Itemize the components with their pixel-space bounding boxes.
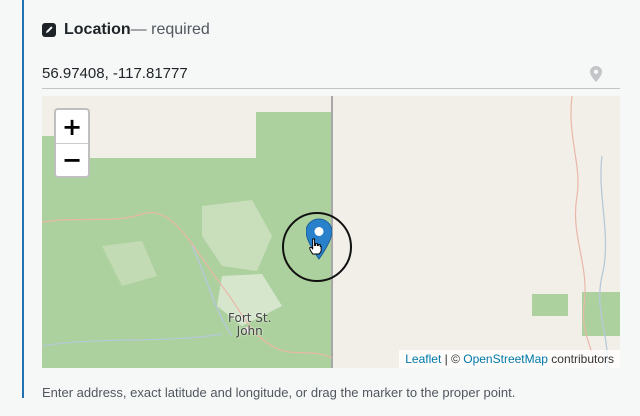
location-map[interactable]: + − Fort St. John Leaflet | © OpenStreet… bbox=[42, 96, 620, 368]
field-accent-bar bbox=[22, 0, 24, 398]
zoom-out-button[interactable]: − bbox=[56, 143, 88, 176]
edit-icon bbox=[42, 23, 56, 37]
leaflet-link[interactable]: Leaflet bbox=[405, 352, 441, 366]
field-header: Location — required bbox=[42, 19, 210, 41]
field-required-note: — required bbox=[130, 21, 210, 38]
location-pin-icon[interactable] bbox=[590, 66, 602, 82]
zoom-in-button[interactable]: + bbox=[56, 110, 88, 143]
attribution-separator: | © bbox=[441, 352, 464, 366]
zoom-control: + − bbox=[54, 108, 90, 178]
town-label-line1: Fort St. bbox=[228, 311, 272, 325]
hand-cursor-icon bbox=[309, 238, 322, 255]
openstreetmap-link[interactable]: OpenStreetMap bbox=[463, 352, 548, 366]
map-attribution: Leaflet | © OpenStreetMap contributors bbox=[399, 350, 620, 368]
coordinates-input[interactable] bbox=[42, 60, 572, 86]
town-label: Fort St. John bbox=[228, 312, 271, 338]
town-label-line2: John bbox=[236, 324, 263, 338]
help-text: Enter address, exact latitude and longit… bbox=[42, 385, 516, 400]
attribution-contributors: contributors bbox=[547, 352, 614, 366]
coordinates-field bbox=[42, 60, 620, 89]
field-title: Location bbox=[64, 21, 131, 38]
